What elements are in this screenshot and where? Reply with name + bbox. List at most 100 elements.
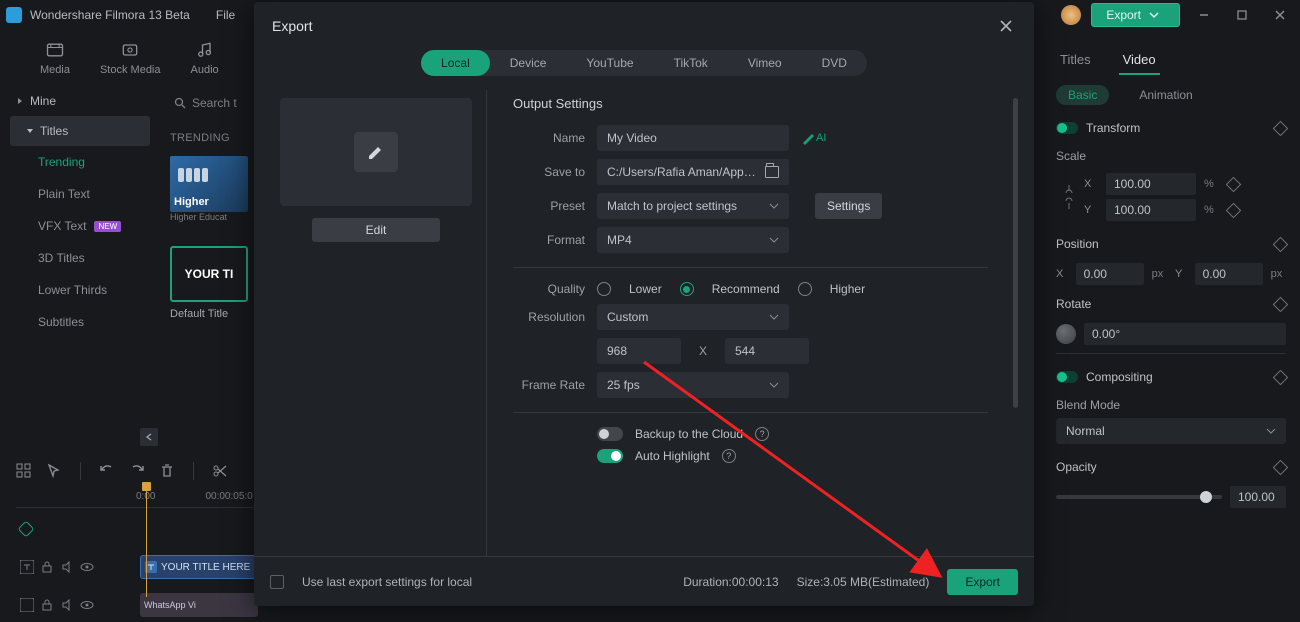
collapse-sidebar[interactable]	[140, 428, 158, 446]
playhead[interactable]	[146, 486, 147, 597]
pencil-icon	[366, 142, 386, 162]
lock-icon[interactable]	[40, 598, 54, 612]
export-button[interactable]: Export	[947, 569, 1018, 595]
mute-icon[interactable]	[60, 598, 74, 612]
transform-toggle[interactable]	[1056, 122, 1078, 134]
subtab-animation[interactable]: Animation	[1127, 85, 1204, 105]
height-input[interactable]: 544	[725, 338, 809, 364]
sidebar-item-3d-titles[interactable]: 3D Titles	[30, 242, 160, 274]
tab-vimeo[interactable]: Vimeo	[728, 50, 802, 76]
trash-icon[interactable]	[159, 463, 175, 479]
rotate-label: Rotate	[1056, 297, 1091, 311]
sidebar-item-lower-thirds[interactable]: Lower Thirds	[30, 274, 160, 306]
redo-icon[interactable]	[129, 463, 145, 479]
lock-icon[interactable]	[40, 560, 54, 574]
scale-x-input[interactable]: 100.00	[1106, 173, 1196, 195]
saveto-input[interactable]: C:/Users/Rafia Aman/AppData	[597, 159, 789, 185]
timeline-ruler[interactable]: 0:0000:00:05:0	[16, 486, 260, 508]
maximize-button[interactable]	[1228, 5, 1256, 25]
keyframe-icon[interactable]	[1273, 459, 1289, 475]
help-icon[interactable]: ?	[755, 427, 769, 441]
nav-mine[interactable]: Mine	[0, 86, 160, 116]
keyframe-icon[interactable]	[1226, 202, 1242, 218]
pos-y-input[interactable]: 0.00	[1195, 263, 1263, 285]
tab-local[interactable]: Local	[421, 50, 490, 76]
audio-icon	[195, 40, 215, 60]
menu-file[interactable]: File	[216, 8, 235, 22]
tab-device[interactable]: Device	[490, 50, 567, 76]
uselast-checkbox[interactable]	[270, 575, 284, 589]
cloud-toggle[interactable]	[597, 427, 623, 441]
mode-stock-media[interactable]: Stock Media	[100, 40, 161, 76]
keyframe-icon[interactable]	[1273, 369, 1289, 385]
subtab-basic[interactable]: Basic	[1056, 85, 1109, 105]
blend-select[interactable]: Normal	[1056, 418, 1286, 444]
quality-recommend-radio[interactable]	[680, 282, 694, 296]
rotate-input[interactable]: 0.00°	[1084, 323, 1286, 345]
link-scale-icon[interactable]	[1062, 183, 1076, 211]
title-clip[interactable]: YOUR TITLE HERE	[140, 555, 258, 579]
sidebar-item-vfx-text[interactable]: VFX TextNEW	[30, 210, 160, 242]
opacity-label: Opacity	[1056, 460, 1097, 474]
modal-close-button[interactable]	[996, 16, 1016, 36]
pos-x-input[interactable]: 0.00	[1076, 263, 1144, 285]
grid-icon[interactable]	[16, 463, 32, 479]
resolution-select[interactable]: Custom	[597, 304, 789, 330]
mute-icon[interactable]	[60, 560, 74, 574]
default-title-tile[interactable]: YOUR TI	[170, 246, 248, 302]
quality-higher-radio[interactable]	[798, 282, 812, 296]
minimize-button[interactable]	[1190, 5, 1218, 25]
avatar[interactable]	[1061, 5, 1081, 25]
autohighlight-toggle[interactable]	[597, 449, 623, 463]
search-input[interactable]: Search t	[170, 92, 260, 114]
link-icon[interactable]	[18, 521, 35, 538]
quality-lower-radio[interactable]	[597, 282, 611, 296]
compositing-toggle[interactable]	[1056, 371, 1078, 383]
help-icon[interactable]: ?	[722, 449, 736, 463]
format-select[interactable]: MP4	[597, 227, 789, 253]
trending-label: TRENDING	[170, 132, 260, 144]
eye-icon[interactable]	[80, 560, 94, 574]
scale-label: Scale	[1056, 149, 1286, 163]
nav-titles[interactable]: Titles	[10, 116, 150, 146]
cursor-icon[interactable]	[46, 463, 62, 479]
close-button[interactable]	[1266, 5, 1294, 25]
quality-label: Quality	[513, 282, 585, 296]
keyframe-icon[interactable]	[1273, 296, 1289, 312]
uselast-label: Use last export settings for local	[302, 575, 472, 589]
sidebar-item-plain-text[interactable]: Plain Text	[30, 178, 160, 210]
opacity-slider[interactable]	[1056, 495, 1222, 499]
format-label: Format	[513, 233, 585, 247]
tab-titles[interactable]: Titles	[1056, 46, 1095, 75]
tab-youtube[interactable]: YouTube	[566, 50, 653, 76]
name-input[interactable]: My Video	[597, 125, 789, 151]
eye-icon[interactable]	[80, 598, 94, 612]
rotate-knob[interactable]	[1056, 324, 1076, 344]
tab-dvd[interactable]: DVD	[802, 50, 867, 76]
settings-button[interactable]: Settings	[815, 193, 882, 219]
folder-icon[interactable]	[765, 166, 779, 178]
tab-tiktok[interactable]: TikTok	[654, 50, 728, 76]
scissors-icon[interactable]	[212, 463, 228, 479]
edit-button[interactable]: Edit	[312, 218, 440, 242]
sidebar-item-trending[interactable]: Trending	[30, 146, 160, 178]
undo-icon[interactable]	[99, 463, 115, 479]
export-dropdown[interactable]: Export	[1091, 3, 1180, 27]
tab-video[interactable]: Video	[1119, 46, 1160, 75]
chevron-down-icon	[769, 235, 779, 245]
framerate-select[interactable]: 25 fps	[597, 372, 789, 398]
ai-icon[interactable]: AI	[801, 131, 826, 145]
keyframe-icon[interactable]	[1273, 120, 1289, 136]
opacity-input[interactable]: 100.00	[1230, 486, 1286, 508]
mode-media[interactable]: Media	[40, 40, 70, 76]
preset-select[interactable]: Match to project settings	[597, 193, 789, 219]
mode-audio[interactable]: Audio	[191, 40, 219, 76]
modal-scrollbar[interactable]	[1013, 98, 1018, 408]
keyframe-icon[interactable]	[1226, 176, 1242, 192]
scale-y-input[interactable]: 100.00	[1106, 199, 1196, 221]
video-clip[interactable]: WhatsApp Vi	[140, 593, 258, 617]
title-thumbnail[interactable]: Higher	[170, 156, 248, 212]
sidebar-item-subtitles[interactable]: Subtitles	[30, 306, 160, 338]
width-input[interactable]: 968	[597, 338, 681, 364]
keyframe-icon[interactable]	[1273, 236, 1289, 252]
